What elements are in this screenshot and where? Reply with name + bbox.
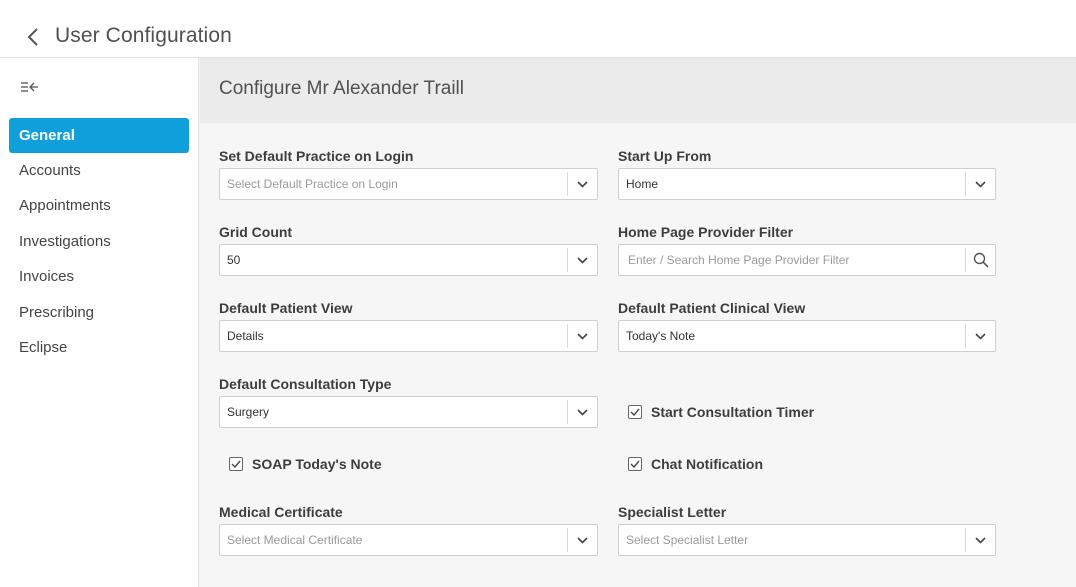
consultation-type-select[interactable]: Surgery [219, 396, 598, 428]
checkbox-box[interactable] [229, 457, 243, 471]
provider-search-button[interactable] [965, 248, 995, 272]
specialist-letter-placeholder: Select Specialist Letter [626, 533, 749, 547]
chevron-down-icon [577, 180, 588, 188]
sidebar: General Accounts Appointments Investigat… [0, 58, 199, 587]
clinical-view-label: Default Patient Clinical View [618, 300, 806, 316]
grid-count-dropdown-button[interactable] [567, 248, 597, 272]
grid-count-select[interactable]: 50 [219, 244, 598, 276]
chevron-left-icon [27, 28, 38, 46]
sidebar-item-appointments[interactable]: Appointments [9, 188, 189, 223]
checkbox-box[interactable] [628, 457, 642, 471]
content-header: Configure Mr Alexander Traill [200, 58, 1076, 123]
soap-note-checkbox[interactable]: SOAP Today's Note [229, 456, 382, 472]
provider-filter-label: Home Page Provider Filter [618, 224, 794, 240]
patient-view-dropdown-button[interactable] [567, 324, 597, 348]
sidebar-item-prescribing[interactable]: Prescribing [9, 295, 189, 330]
chevron-down-icon [975, 536, 986, 544]
top-bar: User Configuration [0, 0, 1076, 58]
chevron-down-icon [577, 332, 588, 340]
grid-count-label: Grid Count [219, 224, 293, 240]
clinical-view-dropdown-button[interactable] [965, 324, 995, 348]
default-practice-dropdown-button[interactable] [567, 172, 597, 196]
chevron-down-icon [975, 180, 986, 188]
soap-note-label: SOAP Today's Note [252, 456, 382, 472]
specialist-letter-select[interactable]: Select Specialist Letter [618, 524, 996, 556]
configure-title: Configure Mr Alexander Traill [219, 78, 464, 99]
checkmark-icon [630, 460, 640, 468]
specialist-letter-label: Specialist Letter [618, 504, 727, 520]
provider-filter-field [618, 244, 996, 276]
back-button[interactable] [22, 24, 44, 50]
sidebar-item-general[interactable]: General [9, 118, 189, 153]
page-title: User Configuration [55, 24, 232, 47]
collapse-sidebar-button[interactable] [20, 80, 40, 98]
chevron-down-icon [577, 256, 588, 264]
clinical-view-value: Today's Note [626, 329, 695, 343]
provider-filter-input[interactable] [619, 253, 965, 267]
consultation-type-label: Default Consultation Type [219, 376, 392, 392]
consultation-type-dropdown-button[interactable] [567, 400, 597, 424]
medical-certificate-placeholder: Select Medical Certificate [227, 533, 363, 547]
default-practice-label: Set Default Practice on Login [219, 148, 414, 164]
search-icon [973, 252, 989, 268]
specialist-letter-dropdown-button[interactable] [965, 528, 995, 552]
start-up-from-select[interactable]: Home [618, 168, 996, 200]
sidebar-item-eclipse[interactable]: Eclipse [9, 330, 189, 365]
start-up-from-label: Start Up From [618, 148, 712, 164]
clinical-view-select[interactable]: Today's Note [618, 320, 996, 352]
chevron-down-icon [577, 408, 588, 416]
checkmark-icon [231, 460, 241, 468]
collapse-menu-icon [21, 82, 38, 92]
grid-count-value: 50 [227, 253, 241, 267]
checkmark-icon [630, 408, 640, 416]
chat-notification-label: Chat Notification [651, 456, 763, 472]
default-practice-placeholder: Select Default Practice on Login [227, 177, 398, 191]
start-timer-checkbox[interactable]: Start Consultation Timer [628, 404, 814, 420]
sidebar-item-invoices[interactable]: Invoices [9, 259, 189, 294]
medical-certificate-dropdown-button[interactable] [567, 528, 597, 552]
chevron-down-icon [577, 536, 588, 544]
consultation-type-value: Surgery [227, 405, 270, 419]
start-up-from-value: Home [626, 177, 659, 191]
default-practice-select[interactable]: Select Default Practice on Login [219, 168, 598, 200]
chevron-down-icon [975, 332, 986, 340]
patient-view-label: Default Patient View [219, 300, 353, 316]
sidebar-item-investigations[interactable]: Investigations [9, 224, 189, 259]
patient-view-value: Details [227, 329, 264, 343]
main-content: Configure Mr Alexander Traill Set Defaul… [200, 58, 1076, 587]
patient-view-select[interactable]: Details [219, 320, 598, 352]
medical-certificate-label: Medical Certificate [219, 504, 343, 520]
medical-certificate-select[interactable]: Select Medical Certificate [219, 524, 598, 556]
start-up-from-dropdown-button[interactable] [965, 172, 995, 196]
sidebar-item-accounts[interactable]: Accounts [9, 153, 189, 188]
chat-notification-checkbox[interactable]: Chat Notification [628, 456, 763, 472]
start-timer-label: Start Consultation Timer [651, 404, 815, 420]
checkbox-box[interactable] [628, 405, 642, 419]
